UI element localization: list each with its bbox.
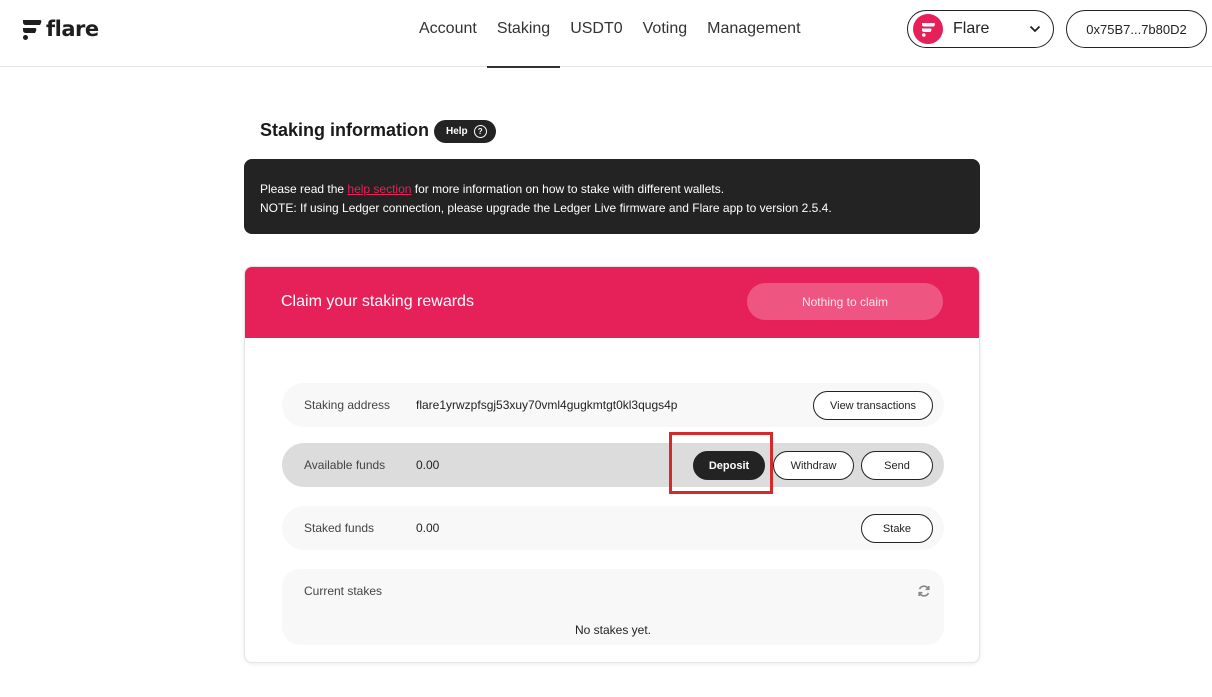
network-label: Flare [953,20,990,37]
notice-suffix: for more information on how to stake wit… [411,182,725,196]
available-funds-value: 0.00 [416,458,440,472]
page-title: Staking information [260,120,430,140]
nav-account[interactable]: Account [409,0,487,67]
staking-card: Claim your staking rewards Nothing to cl… [244,266,980,663]
staking-address-value: flare1yrwzpfsgj53xuy70vml4gugkmtgt0kl3qu… [416,398,678,412]
claim-rewards-title: Claim your staking rewards [281,293,474,310]
help-label: Help [446,126,468,137]
logo-text: flare [46,17,99,41]
flare-logo[interactable]: flare [20,15,99,43]
notice-prefix: Please read the [260,182,348,196]
stake-button[interactable]: Stake [861,514,933,543]
help-section-link[interactable]: help section [347,182,411,196]
deposit-highlight-box [669,432,773,494]
notice-line-2: NOTE: If using Ledger connection, please… [260,201,832,215]
staking-notice: Please read the help section for more in… [244,159,980,234]
current-stakes-panel: Current stakes No stakes yet. [282,569,944,645]
staking-address-row: Staking address flare1yrwzpfsgj53xuy70vm… [282,383,944,427]
available-funds-label: Available funds [304,458,386,472]
wallet-address-button[interactable]: 0x75B7...7b80D2 [1066,10,1207,48]
available-funds-row: Available funds 0.00 Deposit Withdraw Se… [282,443,944,487]
refresh-icon[interactable] [917,584,931,598]
withdraw-button[interactable]: Withdraw [773,451,854,480]
main-nav: Account Staking USDT0 Voting Management [409,0,811,68]
flare-logo-icon [23,20,42,40]
help-button[interactable]: Help ? [434,120,496,143]
staked-funds-label: Staked funds [304,521,375,535]
nav-voting[interactable]: Voting [633,0,697,67]
send-button[interactable]: Send [861,451,933,480]
current-stakes-label: Current stakes [304,584,383,598]
staked-funds-row: Staked funds 0.00 Stake [282,506,944,550]
nothing-to-claim-button[interactable]: Nothing to claim [747,283,943,320]
staked-funds-value: 0.00 [416,521,440,535]
no-stakes-message: No stakes yet. [574,623,652,637]
nav-usdt0[interactable]: USDT0 [560,0,632,67]
flare-network-icon [913,14,943,44]
claim-rewards-header: Claim your staking rewards Nothing to cl… [245,267,979,338]
notice-line-1: Please read the help section for more in… [260,180,964,199]
nav-management[interactable]: Management [697,0,810,67]
chevron-down-icon [1029,25,1041,33]
view-transactions-button[interactable]: View transactions [813,391,933,420]
nav-staking[interactable]: Staking [486,0,561,68]
network-select[interactable]: Flare [907,10,1054,48]
staking-address-label: Staking address [304,398,391,412]
top-header: flare Account Staking USDT0 Voting Manag… [0,0,1212,68]
question-icon: ? [473,125,487,138]
